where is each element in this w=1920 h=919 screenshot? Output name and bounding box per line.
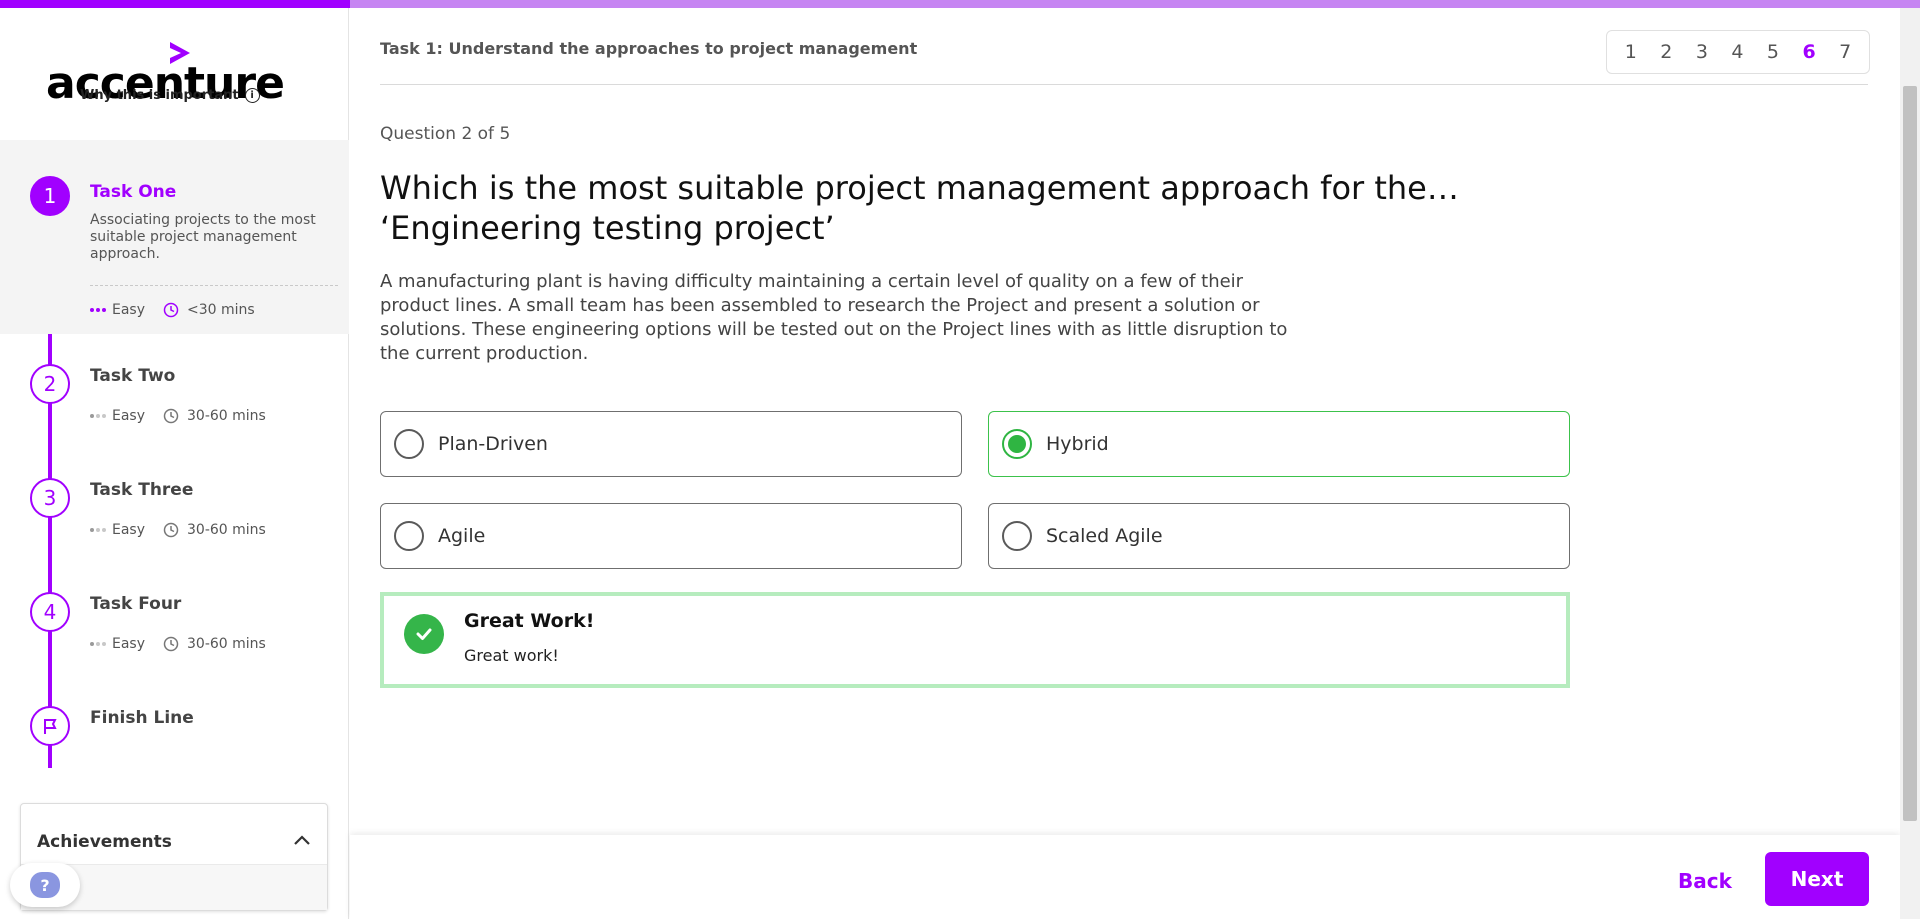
task-meta: Easy 30-60 mins (90, 522, 266, 538)
flag-icon (30, 706, 70, 746)
radio-button[interactable] (394, 429, 424, 459)
page-pager: 1 2 3 4 5 6 7 (1606, 30, 1870, 74)
option-label: Agile (438, 525, 486, 547)
page-link-5[interactable]: 5 (1767, 41, 1779, 63)
difficulty-dots-icon (90, 642, 106, 646)
task-header-title: Task 1: Understand the approaches to pro… (380, 39, 918, 58)
difficulty-label: Easy (112, 408, 146, 424)
page-link-4[interactable]: 4 (1731, 41, 1743, 63)
page-link-3[interactable]: 3 (1696, 41, 1708, 63)
option-plan-driven[interactable]: Plan-Driven (380, 411, 962, 477)
sidebar-finish-line[interactable]: Finish Line (0, 700, 349, 760)
main-content: Task 1: Understand the approaches to pro… (350, 8, 1900, 919)
finish-line-title: Finish Line (90, 708, 194, 728)
header-divider (380, 84, 1868, 85)
duration-label: 30-60 mins (187, 522, 266, 538)
clock-icon (163, 636, 179, 652)
help-button[interactable]: ? (10, 863, 80, 907)
chevron-up-icon[interactable] (291, 830, 313, 852)
task-meta: Easy 30-60 mins (90, 636, 266, 652)
difficulty-label: Easy (112, 302, 146, 318)
sidebar-task-one[interactable]: 1 Task One Associating projects to the m… (0, 140, 349, 334)
task-number-badge: 2 (30, 364, 70, 404)
clock-icon (163, 302, 179, 318)
scrollbar-thumb[interactable] (1903, 86, 1917, 821)
achievements-title: Achievements (37, 832, 172, 852)
back-button[interactable]: Back (1678, 869, 1732, 893)
task-title: Task Four (90, 594, 182, 614)
difficulty-label: Easy (112, 636, 146, 652)
feedback-text: Great work! (464, 646, 559, 665)
info-icon: i (244, 88, 260, 103)
task-number-badge: 3 (30, 478, 70, 518)
option-hybrid[interactable]: Hybrid (988, 411, 1570, 477)
vertical-scrollbar[interactable] (1900, 8, 1920, 919)
task-title: Task Two (90, 366, 176, 386)
checkmark-icon (404, 614, 444, 654)
question-counter: Question 2 of 5 (380, 124, 511, 144)
sidebar-task-four[interactable]: 4 Task Four Easy 30-60 mins (0, 586, 349, 676)
task-title: Task Three (90, 480, 194, 500)
question-title: Which is the most suitable project manag… (380, 169, 1459, 247)
feedback-banner: Great Work! Great work! (380, 592, 1570, 688)
option-label: Plan-Driven (438, 433, 548, 455)
task-meta: Easy 30-60 mins (90, 408, 266, 424)
footer-nav: Back Next (350, 835, 1900, 919)
page-link-6-current[interactable]: 6 (1802, 41, 1815, 63)
top-progress-fill (0, 0, 350, 8)
radio-button[interactable] (394, 521, 424, 551)
why-important-label: Why this is important (80, 88, 239, 103)
sidebar-task-two[interactable]: 2 Task Two Easy 30-60 mins (0, 358, 349, 448)
difficulty-dots-icon (90, 308, 106, 312)
next-button[interactable]: Next (1765, 852, 1869, 906)
option-label: Scaled Agile (1046, 525, 1163, 547)
why-important-link[interactable]: Why this is important i (80, 88, 260, 103)
top-progress-bar (0, 0, 1920, 8)
task-title: Task One (90, 182, 177, 202)
option-label: Hybrid (1046, 433, 1109, 455)
task-description: Associating projects to the most suitabl… (90, 212, 316, 262)
difficulty-label: Easy (112, 522, 146, 538)
question-mark-icon: ? (30, 872, 60, 898)
question-body: A manufacturing plant is having difficul… (380, 271, 1288, 364)
option-scaled-agile[interactable]: Scaled Agile (988, 503, 1570, 569)
task-number-badge: 1 (30, 176, 70, 216)
page-link-2[interactable]: 2 (1660, 41, 1672, 63)
page-link-7[interactable]: 7 (1839, 41, 1851, 63)
clock-icon (163, 522, 179, 538)
sidebar: accenture 1 Task One Associating project… (0, 8, 349, 919)
duration-label: 30-60 mins (187, 636, 266, 652)
duration-label: 30-60 mins (187, 408, 266, 424)
task-divider (90, 285, 338, 286)
sidebar-task-three[interactable]: 3 Task Three Easy 30-60 mins (0, 472, 349, 562)
task-meta: Easy <30 mins (90, 302, 255, 318)
page-link-1[interactable]: 1 (1625, 41, 1637, 63)
clock-icon (163, 408, 179, 424)
difficulty-dots-icon (90, 528, 106, 532)
difficulty-dots-icon (90, 414, 106, 418)
feedback-title: Great Work! (464, 610, 595, 632)
duration-label: <30 mins (187, 302, 255, 318)
option-agile[interactable]: Agile (380, 503, 962, 569)
radio-button-selected[interactable] (1002, 429, 1032, 459)
task-number-badge: 4 (30, 592, 70, 632)
radio-button[interactable] (1002, 521, 1032, 551)
